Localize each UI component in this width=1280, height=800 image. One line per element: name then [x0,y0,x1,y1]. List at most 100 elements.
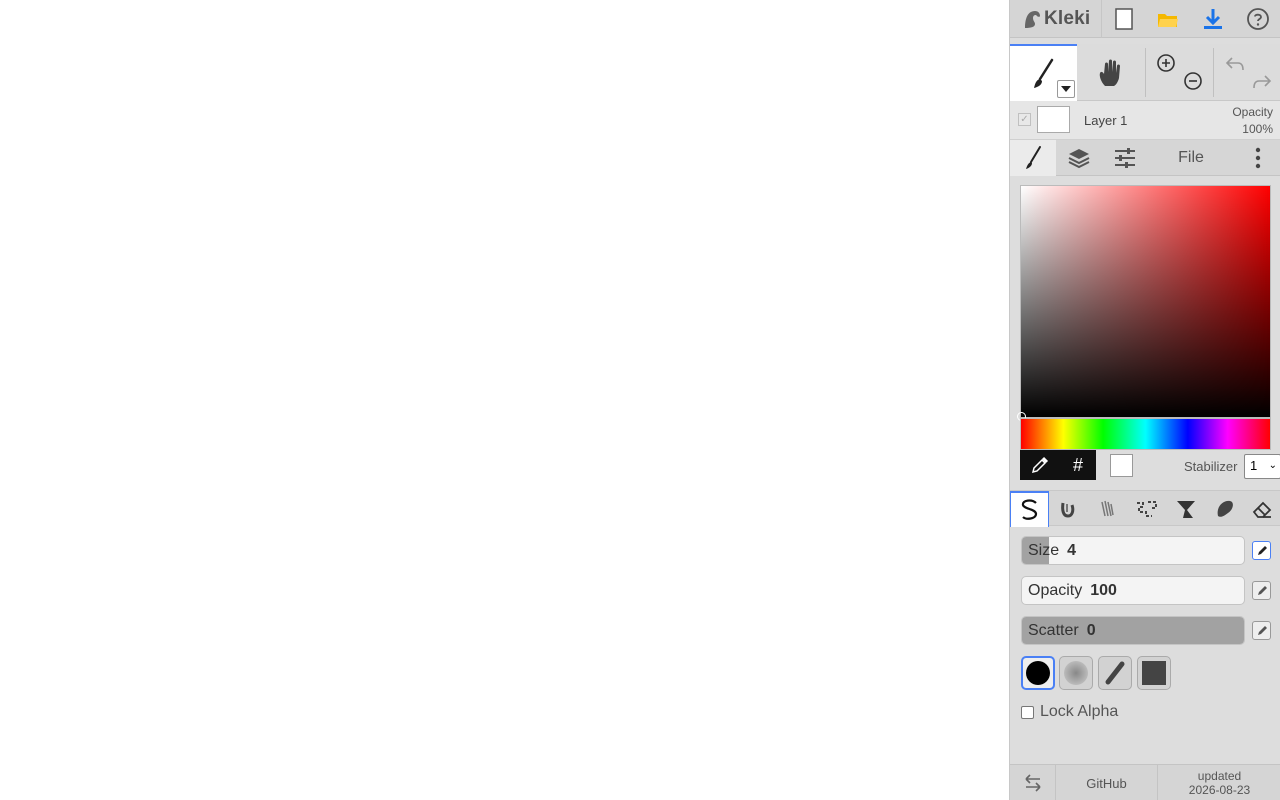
hex-input-button[interactable]: # [1060,450,1096,480]
tab-adjust[interactable] [1102,140,1148,176]
layer-name: Layer 1 [1084,113,1128,128]
eraser-icon [1252,501,1271,518]
lock-alpha-label: Lock Alpha [1040,703,1119,720]
size-label: Size [1028,542,1060,559]
circle-soft-icon [1064,661,1088,685]
tip-round-hard-button[interactable] [1021,656,1055,690]
scatter-pressure-toggle[interactable] [1252,621,1271,640]
brush-icon [1026,146,1041,169]
swap-arrows-icon [1024,774,1041,792]
color-controls: # Stabilizer 1 ⌄ [1020,450,1280,480]
saturation-value-picker[interactable] [1017,185,1271,421]
opacity-slider[interactable]: Opacity 100 [1021,576,1245,605]
eraser-brush-button[interactable] [1242,491,1280,527]
drawing-canvas[interactable] [0,0,1009,800]
tab-layers[interactable] [1056,140,1102,176]
layers-icon [1068,149,1090,169]
size-slider-text: Size 4 [1028,542,1076,560]
square-icon [1142,661,1166,685]
updated-info[interactable]: updated 2026-08-23 [1158,765,1280,800]
pressure-pen-icon [1257,625,1267,635]
tip-round-soft-button[interactable] [1059,656,1093,690]
opacity-label: Opacity [1028,582,1083,599]
blend-brush-button[interactable] [1049,491,1088,527]
stabilizer-select[interactable]: 1 ⌄ [1244,454,1280,479]
scatter-value: 0 [1086,622,1096,639]
swap-side-button[interactable] [1010,765,1056,800]
secondary-color-swatch[interactable] [1110,454,1133,477]
brush-tool-button[interactable] [1010,44,1077,101]
more-vertical-icon [1255,147,1260,169]
chemy-brush-button[interactable] [1166,491,1205,527]
lock-alpha-toggle[interactable]: Lock Alpha [1021,703,1118,721]
layer-thumbnail [1037,106,1070,133]
eyedropper-icon [1031,456,1049,474]
brush-menu-button[interactable] [1057,80,1075,98]
pixel-brush-button[interactable] [1127,491,1166,527]
zoom-buttons [1151,44,1209,101]
tab-file[interactable]: File [1148,140,1234,176]
kleki-logo[interactable]: Kleki [1010,0,1102,38]
layer-opacity-value: 100% [1242,122,1273,136]
tip-chisel-button[interactable] [1098,656,1132,690]
hand-tool-icon [1099,59,1120,86]
tab-brush[interactable] [1010,140,1056,176]
undo-icon[interactable] [1224,54,1246,74]
kleki-bird-icon [1025,11,1040,28]
sliders-icon [1115,148,1135,168]
size-slider[interactable]: Size 4 [1021,536,1245,565]
top-bar: Kleki [1010,0,1280,38]
size-pressure-toggle[interactable] [1252,541,1271,560]
opacity-pressure-toggle[interactable] [1252,581,1271,600]
app: Kleki ✓ Layer 1 Opacity 100% File # Stab… [0,0,1280,800]
stabilizer-value: 1 [1250,458,1258,473]
size-value: 4 [1067,542,1077,559]
smudge-brush-button[interactable] [1205,491,1244,527]
new-image-button[interactable] [1102,0,1146,38]
more-menu-button[interactable] [1234,140,1280,176]
circle-hard-icon [1026,661,1050,685]
side-panel: Kleki ✓ Layer 1 Opacity 100% File # Stab… [1009,0,1280,800]
opacity-slider-text: Opacity 100 [1028,582,1117,600]
github-link[interactable]: GitHub [1056,765,1158,800]
scatter-slider-text: Scatter 0 [1028,622,1096,640]
hand-tool-button[interactable] [1077,44,1144,101]
pixel-brush-icon [1136,501,1157,517]
pressure-pen-icon [1257,585,1267,595]
chevron-down-icon: ⌄ [1268,460,1277,471]
open-folder-icon [1158,14,1178,27]
zoom-out-icon[interactable] [1182,70,1204,92]
stabilizer-label: Stabilizer [1184,459,1238,474]
tool-separator [1213,48,1214,97]
panel-tabs: File [1010,140,1280,176]
hue-slider[interactable] [1020,418,1271,450]
new-image-icon [1115,8,1133,30]
tool-bar [1010,44,1280,101]
redo-icon[interactable] [1251,72,1273,92]
tip-square-button[interactable] [1137,656,1171,690]
chemy-brush-icon [1176,501,1195,518]
help-button[interactable] [1236,0,1280,38]
zoom-in-icon[interactable] [1155,52,1177,74]
eyedropper-button[interactable] [1020,450,1060,480]
open-file-button[interactable] [1146,0,1190,38]
brush-tool-icon [1033,58,1053,88]
lock-alpha-checkbox[interactable] [1021,705,1034,719]
chisel-icon [1105,661,1125,685]
scatter-slider[interactable]: Scatter 0 [1021,616,1245,645]
layer-row[interactable]: ✓ Layer 1 Opacity 100% [1010,101,1280,140]
brush-type-bar [1010,490,1280,527]
smudge-brush-icon [1217,500,1233,517]
blend-brush-icon [1060,502,1074,518]
layer-opacity-label: Opacity [1232,105,1273,119]
layer-visibility-checkbox[interactable]: ✓ [1018,113,1031,126]
chevron-down-icon [1061,86,1071,92]
opacity-value: 100 [1090,582,1117,599]
help-icon [1247,8,1269,30]
save-download-button[interactable] [1191,0,1235,38]
sketchy-brush-button[interactable] [1088,491,1127,527]
pen-brush-button[interactable] [1010,491,1049,527]
app-name: Kleki [1044,8,1091,29]
layer-opacity[interactable]: Opacity 100% [1232,104,1273,138]
pressure-pen-icon [1257,545,1267,555]
